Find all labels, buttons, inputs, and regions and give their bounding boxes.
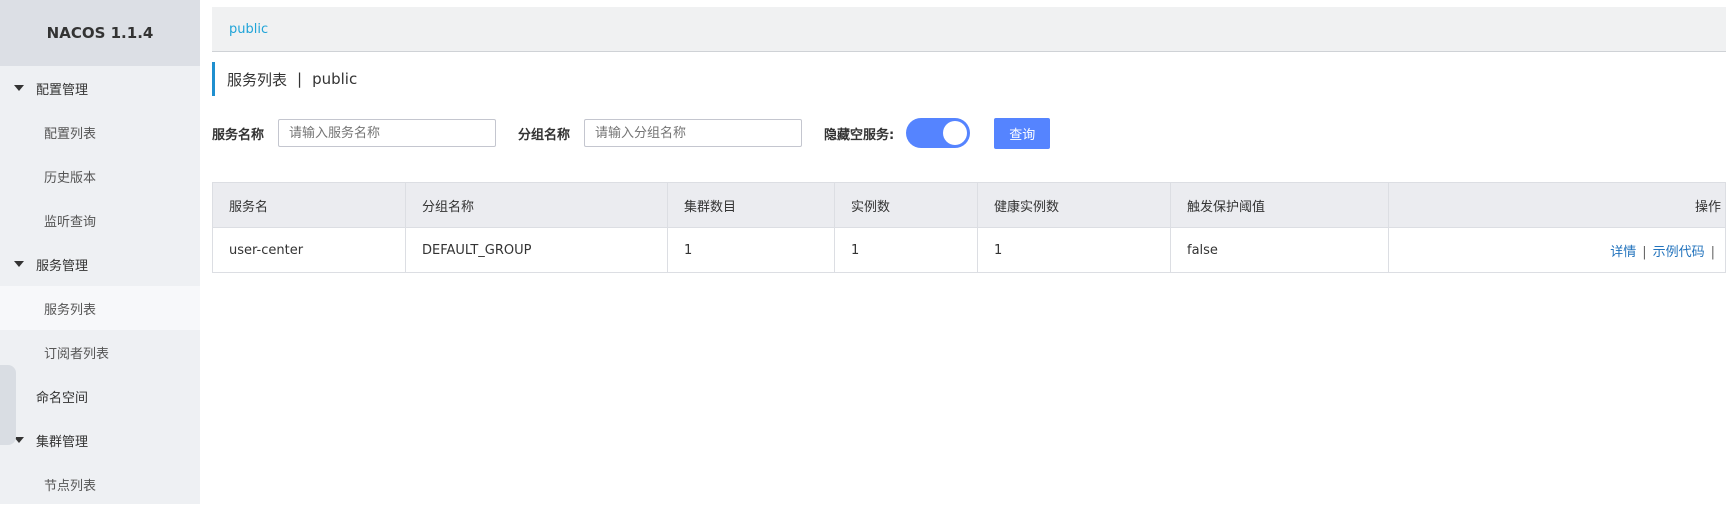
cell-healthy: 1	[977, 227, 1171, 273]
hide-empty-toggle[interactable]	[906, 118, 971, 148]
action-separator: |	[1642, 244, 1647, 260]
service-table: 服务名 分组名称 集群数目 实例数 健康实例数 触发保护阈值 操作 user-c…	[212, 182, 1726, 273]
detail-link[interactable]: 详情	[1610, 245, 1636, 260]
column-header: 集群数目	[667, 182, 835, 228]
hide-empty-label: 隐藏空服务:	[824, 127, 895, 143]
column-header: 服务名	[212, 182, 406, 228]
sidebar-group-label: 服务管理	[36, 258, 89, 274]
page-title: 服务列表 | public	[212, 62, 357, 96]
action-separator: |	[1710, 244, 1715, 260]
column-header: 实例数	[834, 182, 978, 228]
sidebar-item-history[interactable]: 历史版本	[0, 154, 200, 198]
column-header: 触发保护阈值	[1170, 182, 1389, 228]
brand-title: NACOS 1.1.4	[0, 0, 200, 66]
sample-code-link[interactable]: 示例代码	[1653, 245, 1705, 260]
group-name-input[interactable]	[584, 119, 803, 147]
column-header: 分组名称	[405, 182, 668, 228]
sidebar-item-subscriber-list[interactable]: 订阅者列表	[0, 330, 200, 374]
cell-clusters: 1	[667, 227, 835, 273]
cell-protect: false	[1170, 227, 1389, 273]
namespace-link[interactable]: public	[229, 22, 268, 37]
column-header: 操作	[1388, 182, 1726, 228]
page-title-separator: |	[297, 70, 303, 88]
service-name-input[interactable]	[278, 119, 497, 147]
sidebar-menu: 配置管理 配置列表 历史版本 监听查询 服务管理 服务列表 订阅者列表 命名空间…	[0, 66, 200, 506]
caret-down-icon	[14, 261, 24, 267]
column-header: 健康实例数	[977, 182, 1171, 228]
page-title-namespace: public	[312, 70, 358, 88]
toggle-knob	[943, 121, 968, 145]
sidebar-item-namespace[interactable]: 命名空间	[0, 374, 200, 418]
sidebar-group-label: 配置管理	[36, 82, 89, 98]
main-content: public 服务列表 | public 服务名称 分组名称 隐藏空服务: 查询…	[210, 0, 1726, 504]
sidebar-item-node-list[interactable]: 节点列表	[0, 462, 200, 506]
cell-group: DEFAULT_GROUP	[405, 227, 668, 273]
sidebar-group-service[interactable]: 服务管理	[0, 242, 200, 286]
query-button[interactable]: 查询	[994, 117, 1051, 149]
sidebar-group-cluster[interactable]: 集群管理	[0, 418, 200, 462]
cell-service: user-center	[212, 227, 406, 273]
namespace-bar: public	[212, 7, 1726, 52]
page-title-text: 服务列表	[227, 70, 288, 89]
sidebar: NACOS 1.1.4 配置管理 配置列表 历史版本 监听查询 服务管理 服务列…	[0, 0, 200, 504]
sidebar-collapse-handle[interactable]	[0, 365, 16, 445]
sidebar-group-config[interactable]: 配置管理	[0, 66, 200, 110]
sidebar-item-config-list[interactable]: 配置列表	[0, 110, 200, 154]
table-row: user-center DEFAULT_GROUP 1 1 1 false 详情…	[212, 227, 1726, 273]
sidebar-item-service-list[interactable]: 服务列表	[0, 286, 200, 330]
cell-actions: 详情 | 示例代码 |	[1388, 227, 1726, 273]
filter-bar: 服务名称 分组名称 隐藏空服务: 查询	[212, 117, 1051, 149]
group-name-label: 分组名称	[518, 127, 571, 143]
table-header-row: 服务名 分组名称 集群数目 实例数 健康实例数 触发保护阈值 操作	[212, 182, 1726, 228]
caret-down-icon	[14, 85, 24, 91]
sidebar-group-label: 集群管理	[36, 434, 89, 450]
service-name-label: 服务名称	[212, 127, 265, 143]
sidebar-item-listener-query[interactable]: 监听查询	[0, 198, 200, 242]
cell-instances: 1	[834, 227, 978, 273]
